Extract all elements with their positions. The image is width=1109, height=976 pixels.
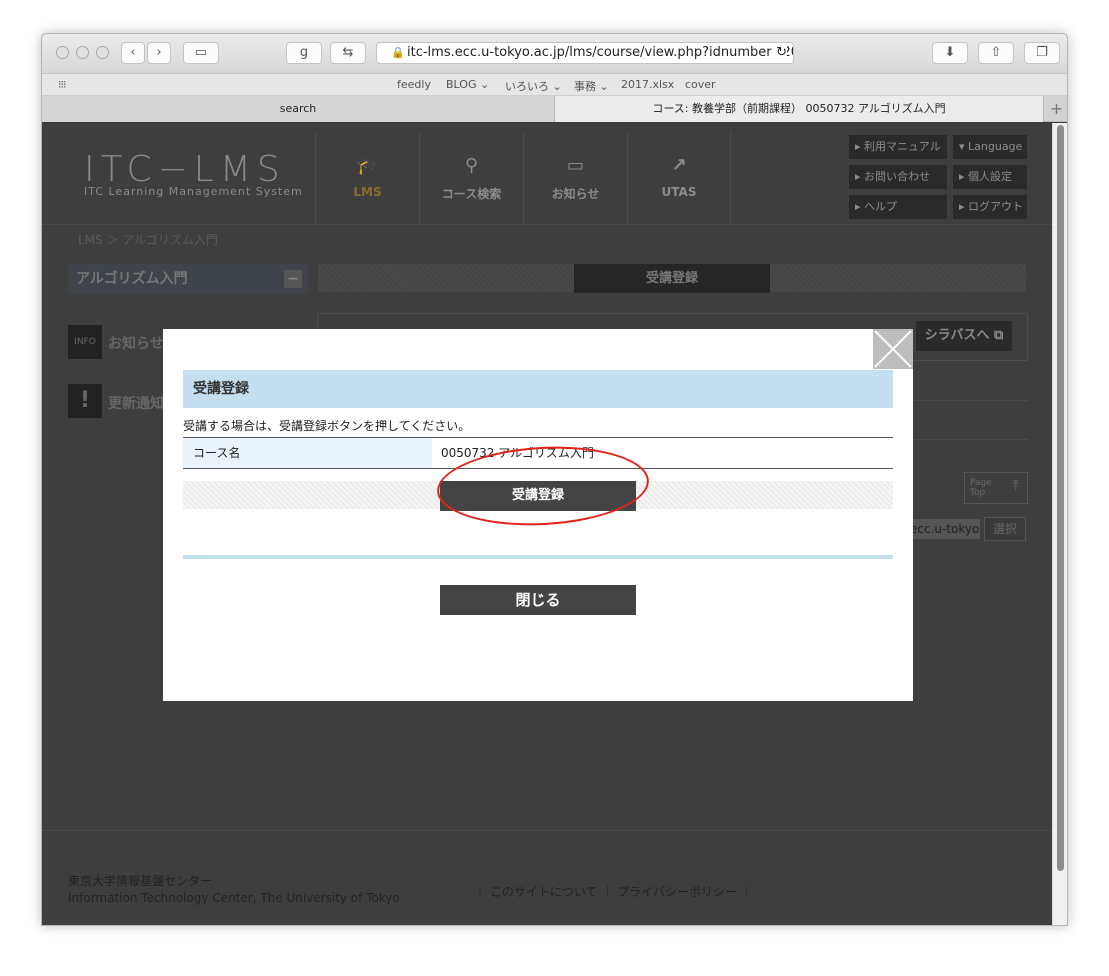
header-divider xyxy=(42,224,1054,225)
cross-icon xyxy=(874,330,912,368)
share-button[interactable]: ⇧ xyxy=(978,42,1014,64)
page-top-button[interactable]: Page Top ⤒ xyxy=(964,472,1028,504)
tabs-icon: ❐ xyxy=(1036,45,1048,60)
url-select-input[interactable]: ecc.u-tokyo xyxy=(910,519,980,539)
main-divider-1 xyxy=(913,400,1027,401)
syllabus-button[interactable]: シラバスへ ⧉ xyxy=(916,321,1012,351)
swap-arrows-icon: ⇆ xyxy=(342,45,354,60)
translate-button[interactable]: g xyxy=(286,42,322,64)
modal-close-icon[interactable] xyxy=(873,329,913,369)
chevron-right-icon: › xyxy=(156,45,162,60)
favorite-blog[interactable]: BLOG ⌄ xyxy=(446,78,489,91)
close-window-button[interactable] xyxy=(56,46,69,59)
footer-org-en: Information Technology Center, The Unive… xyxy=(68,891,400,905)
extension-button[interactable]: ⇆ xyxy=(330,42,366,64)
nav-notices[interactable]: ▭ お知らせ xyxy=(523,131,627,224)
scrollbar-thumb[interactable] xyxy=(1057,125,1064,871)
forward-button[interactable]: › xyxy=(147,42,171,64)
speech-bubble-icon: ▭ xyxy=(566,155,584,176)
exclamation-icon: ! xyxy=(68,384,102,418)
back-button[interactable]: ‹ xyxy=(121,42,145,64)
zoom-window-button[interactable] xyxy=(96,46,109,59)
site-logo[interactable]: ITC−LMS xyxy=(84,149,286,190)
help-button[interactable]: ▸ ヘルプ xyxy=(849,195,947,219)
modal-heading: 受講登録 xyxy=(183,370,893,408)
grid-icon[interactable]: ⁝⁝⁝ xyxy=(58,78,66,91)
tab-course[interactable]: コース: 教養学部（前期課程） 0050732 アルゴリズム入門 xyxy=(554,96,1043,122)
nav-lms[interactable]: 🎓 LMS xyxy=(315,131,419,224)
new-tab-button[interactable]: + xyxy=(1043,96,1067,122)
main-tab-registration[interactable]: 受講登録 xyxy=(574,264,770,293)
nav-lms-label: LMS xyxy=(353,185,382,199)
footer-org-jp: 東京大学情報基盤センター xyxy=(68,874,213,888)
favorite-xlsx[interactable]: 2017.xlsx xyxy=(621,78,674,91)
minimize-window-button[interactable] xyxy=(76,46,89,59)
sidebar-course-title: アルゴリズム入門 − xyxy=(68,264,308,294)
url-text: itc-lms.ecc.u-tokyo.ac.jp/lms/course/vie… xyxy=(407,45,794,60)
site-logo-subtitle: ITC Learning Management System xyxy=(84,185,303,198)
search-icon: ⚲ xyxy=(464,155,479,176)
favorite-jimu[interactable]: 事務 ⌄ xyxy=(574,78,609,94)
browser-toolbar: ‹ › ▭ g ⇆ 🔒 itc-lms.ecc.u-tokyo.ac.jp/lm… xyxy=(42,34,1067,74)
course-name-label: コース名 xyxy=(183,438,432,468)
sidebar-update-notice[interactable]: 更新通知 xyxy=(108,393,164,413)
language-button[interactable]: ▾ Language xyxy=(953,135,1027,159)
favorite-iroiro[interactable]: いろいろ ⌄ xyxy=(505,78,562,94)
tab-overview-button[interactable]: ❐ xyxy=(1024,42,1060,64)
chevron-left-icon: ‹ xyxy=(130,45,136,60)
footer-divider xyxy=(42,830,1054,831)
nav-utas-label: UTAS xyxy=(661,185,697,199)
favorites-bar: ⁝⁝⁝ feedly BLOG ⌄ いろいろ ⌄ 事務 ⌄ 2017.xlsx … xyxy=(42,74,1067,96)
info-icon: INFO xyxy=(68,325,102,359)
favorite-cover[interactable]: cover xyxy=(685,78,716,91)
favorite-feedly[interactable]: feedly xyxy=(397,78,431,91)
sidebar-icon: ▭ xyxy=(194,45,208,60)
main-divider-2 xyxy=(913,439,1027,440)
personal-settings-button[interactable]: ▸ 個人設定 xyxy=(953,165,1027,189)
logout-button[interactable]: ▸ ログアウト xyxy=(953,195,1027,219)
page-scrollbar[interactable] xyxy=(1052,123,1067,925)
modal-description: 受講する場合は、受講登録ボタンを押してください。 xyxy=(183,419,471,433)
plus-icon: + xyxy=(1049,99,1064,118)
contact-button[interactable]: ▸ お問い合わせ xyxy=(849,165,947,189)
page-top-label: Page Top xyxy=(970,478,992,498)
external-link-icon: ⧉ xyxy=(994,328,1004,343)
close-modal-button[interactable]: 閉じる xyxy=(440,585,636,615)
download-icon: ⬇ xyxy=(944,45,956,60)
arrow-up-icon: ⤒ xyxy=(1012,478,1019,494)
select-button[interactable]: 選択 xyxy=(984,517,1026,541)
nav-notices-label: お知らせ xyxy=(551,187,600,201)
modal-divider xyxy=(183,555,893,559)
google-translate-icon: g xyxy=(299,45,309,60)
graduation-cap-icon: 🎓 xyxy=(356,155,379,176)
syllabus-button-label: シラバスへ xyxy=(924,328,990,343)
address-bar[interactable]: 🔒 itc-lms.ecc.u-tokyo.ac.jp/lms/course/v… xyxy=(376,42,794,64)
manual-button[interactable]: ▸ 利用マニュアル xyxy=(849,135,947,159)
reload-icon[interactable]: ↻ xyxy=(772,43,787,63)
nav-course-search[interactable]: ⚲ コース検索 xyxy=(419,131,523,224)
tab-search[interactable]: search xyxy=(42,96,554,122)
sidebar-course-title-text: アルゴリズム入門 xyxy=(76,271,188,287)
nav-utas[interactable]: ↗ UTAS xyxy=(627,131,731,224)
lock-icon: 🔒 xyxy=(391,46,405,59)
share-icon: ⇧ xyxy=(990,45,1002,60)
collapse-icon[interactable]: − xyxy=(284,270,302,288)
sidebar-notices[interactable]: お知らせ xyxy=(108,333,164,353)
external-link-icon: ↗ xyxy=(671,155,687,176)
nav-course-search-label: コース検索 xyxy=(441,187,502,201)
tab-bar: search コース: 教養学部（前期課程） 0050732 アルゴリズム入門 … xyxy=(42,96,1067,122)
breadcrumb[interactable]: LMS ＞ アルゴリズム入門 xyxy=(78,231,218,248)
sidebar-toggle-button[interactable]: ▭ xyxy=(183,42,219,64)
footer-links[interactable]: ｜ このサイトについて ｜ プライバシーポリシー ｜ xyxy=(474,883,753,900)
downloads-button[interactable]: ⬇ xyxy=(932,42,968,64)
